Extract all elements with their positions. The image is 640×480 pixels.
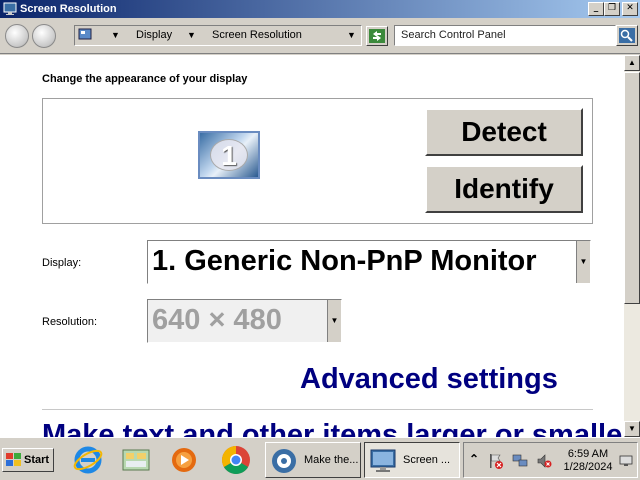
search-button[interactable] [616, 25, 638, 46]
tray-expand-icon[interactable]: ⌃ [469, 452, 485, 468]
make-text-larger-link[interactable]: Make text and other items larger or smal… [42, 419, 624, 437]
taskbar-button-screen[interactable]: Screen ... [364, 442, 460, 478]
control-panel-icon [272, 449, 296, 473]
system-tray: ⌃ 6:59 AM 1/28/2024 [463, 442, 638, 478]
address-toolbar: ▼ Display ▼ Screen Resolution ▼ Search C… [0, 18, 640, 54]
windows-logo-icon [6, 453, 21, 466]
chevron-down-icon[interactable]: ▼ [576, 241, 590, 283]
refresh-icon [369, 29, 385, 43]
show-desktop-icon[interactable] [618, 453, 634, 469]
chevron-down-icon[interactable]: ▼ [111, 30, 120, 40]
network-icon[interactable] [512, 453, 528, 469]
window-title: Screen Resolution [20, 3, 117, 15]
explorer-icon[interactable] [120, 444, 152, 476]
refresh-button[interactable] [366, 26, 388, 46]
display-preview: 1 Detect Identify [42, 98, 593, 224]
monitor-number: 1 [210, 139, 248, 171]
clock-time: 6:59 AM [567, 448, 609, 460]
scrollbar-thumb[interactable] [624, 72, 640, 304]
clock-date: 1/28/2024 [563, 461, 613, 473]
resolution-label: Resolution: [42, 316, 98, 328]
breadcrumb-screen-resolution[interactable]: Screen Resolution [212, 29, 302, 41]
title-bar: Screen Resolution _ ❐ ✕ [0, 0, 640, 18]
minimize-button[interactable]: _ [588, 2, 604, 16]
taskbar-button-make-the[interactable]: Make the... [265, 442, 361, 478]
taskbar-button-label: Screen ... [403, 454, 451, 466]
forward-button[interactable] [32, 24, 56, 48]
content-pane: Change the appearance of your display 1 … [0, 55, 624, 437]
maximize-button[interactable]: ❐ [604, 2, 620, 16]
address-dropdown-icon[interactable]: ▼ [347, 30, 356, 40]
start-button[interactable]: Start [2, 448, 54, 472]
media-player-icon[interactable] [168, 444, 200, 476]
breadcrumb-display[interactable]: Display [136, 29, 172, 41]
search-input[interactable]: Search Control Panel [394, 25, 616, 46]
monitor-thumbnail[interactable]: 1 [198, 131, 260, 179]
clock[interactable]: 6:59 AM 1/28/2024 [562, 448, 614, 474]
back-button[interactable] [5, 24, 29, 48]
taskbar: Start Make the... Screen ... ⌃ 6:59 AM 1… [0, 437, 640, 480]
page-heading: Change the appearance of your display [42, 73, 248, 85]
advanced-settings-link[interactable]: Advanced settings [300, 363, 558, 396]
detect-button[interactable]: Detect [425, 108, 583, 156]
identify-button[interactable]: Identify [425, 165, 583, 213]
search-icon [619, 28, 635, 43]
scroll-up-icon[interactable]: ▲ [624, 55, 640, 71]
scroll-down-icon[interactable]: ▼ [624, 421, 640, 437]
start-label: Start [24, 454, 50, 466]
taskbar-button-label: Make the... [304, 454, 359, 466]
display-select-value: 1. Generic Non-PnP Monitor [152, 245, 537, 277]
chevron-down-icon[interactable]: ▼ [327, 300, 341, 342]
internet-explorer-icon[interactable] [72, 444, 104, 476]
address-bar[interactable]: ▼ Display ▼ Screen Resolution ▼ [74, 25, 362, 46]
display-select[interactable]: 1. Generic Non-PnP Monitor ▼ [147, 240, 591, 284]
display-label: Display: [42, 257, 82, 269]
display-icon [3, 2, 17, 15]
control-panel-icon [78, 28, 92, 40]
chrome-icon[interactable] [220, 444, 252, 476]
vertical-scrollbar[interactable]: ▲ ▼ [624, 55, 640, 437]
close-button[interactable]: ✕ [622, 2, 638, 16]
chevron-down-icon[interactable]: ▼ [187, 30, 196, 40]
resolution-select[interactable]: 640 × 480 ▼ [147, 299, 342, 343]
volume-muted-icon[interactable] [536, 453, 552, 469]
display-icon [370, 449, 396, 472]
search-placeholder: Search Control Panel [401, 29, 506, 41]
action-center-flag-icon[interactable] [488, 453, 504, 469]
resolution-select-value: 640 × 480 [152, 304, 282, 336]
divider [42, 409, 593, 410]
